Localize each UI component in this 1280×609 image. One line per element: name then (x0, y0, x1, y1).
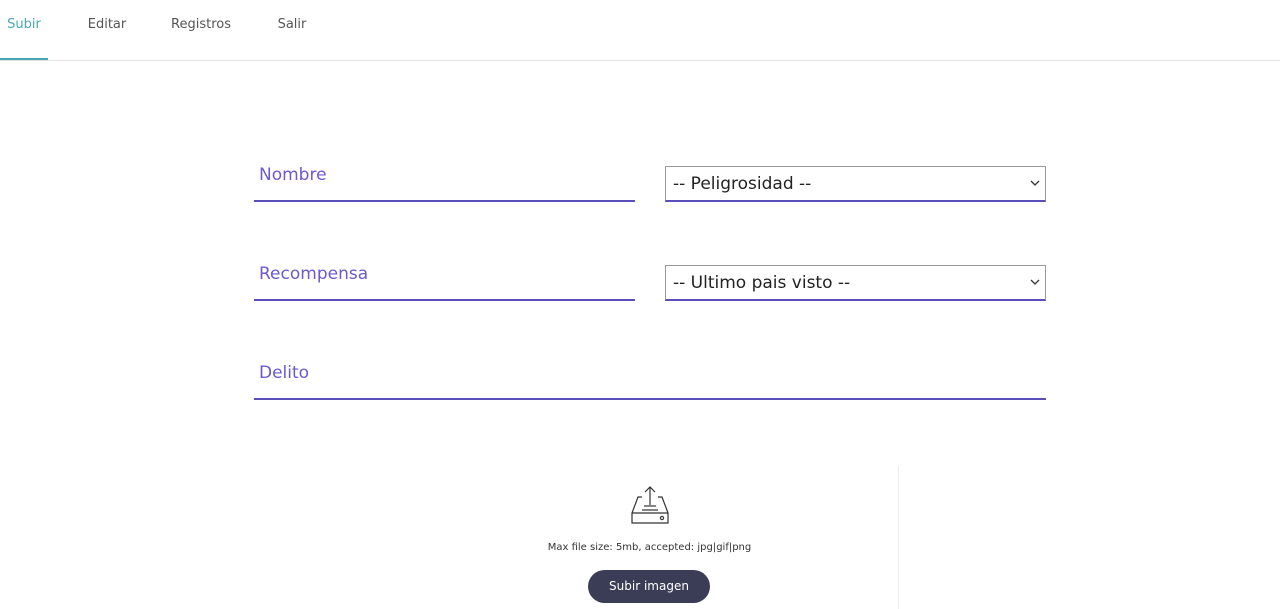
tab-editar[interactable]: Editar (84, 0, 130, 60)
chevron-down-icon (1030, 180, 1040, 186)
upload-image-button[interactable]: Subir imagen (588, 570, 710, 603)
upload-tray-icon (631, 486, 669, 524)
chevron-down-icon (1030, 279, 1040, 285)
recompensa-input[interactable] (254, 249, 635, 299)
image-upload-area[interactable]: Max file size: 5mb, accepted: jpg|gif|pn… (400, 466, 899, 609)
delito-input[interactable] (254, 348, 1046, 398)
nombre-input[interactable] (254, 150, 635, 200)
upload-hint: Max file size: 5mb, accepted: jpg|gif|pn… (547, 542, 752, 553)
nombre-field (254, 150, 635, 202)
ultimo-pais-select[interactable]: -- Ultimo pais visto -- (665, 265, 1046, 301)
delito-field (254, 348, 1046, 400)
peligrosidad-select[interactable]: -- Peligrosidad -- (665, 166, 1046, 202)
top-nav: Subir Editar Registros Salir (0, 0, 1280, 61)
recompensa-field (254, 249, 635, 301)
tab-salir[interactable]: Salir (274, 0, 310, 60)
ultimo-pais-selected-value: -- Ultimo pais visto -- (673, 273, 851, 293)
tab-registros[interactable]: Registros (168, 0, 234, 60)
tab-subir[interactable]: Subir (0, 0, 48, 60)
peligrosidad-selected-value: -- Peligrosidad -- (673, 174, 812, 194)
